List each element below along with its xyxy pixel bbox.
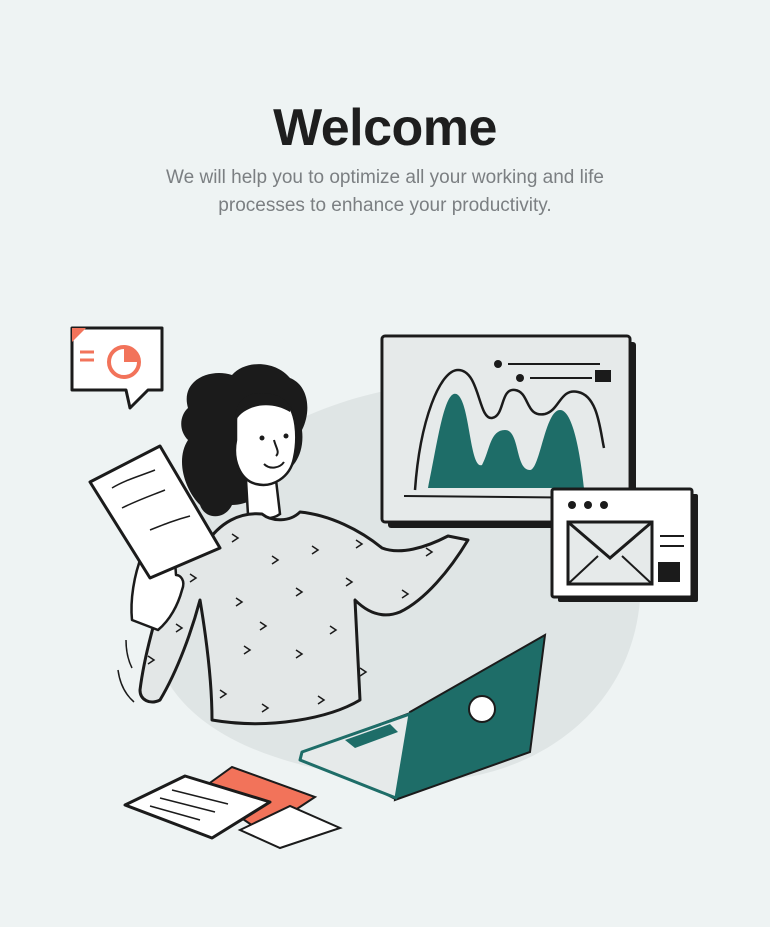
mail-window-icon bbox=[550, 487, 698, 602]
chat-bubble-chart-icon bbox=[70, 326, 164, 410]
motion-lines bbox=[117, 639, 135, 703]
welcome-illustration bbox=[70, 326, 698, 850]
desk-papers bbox=[123, 765, 343, 850]
